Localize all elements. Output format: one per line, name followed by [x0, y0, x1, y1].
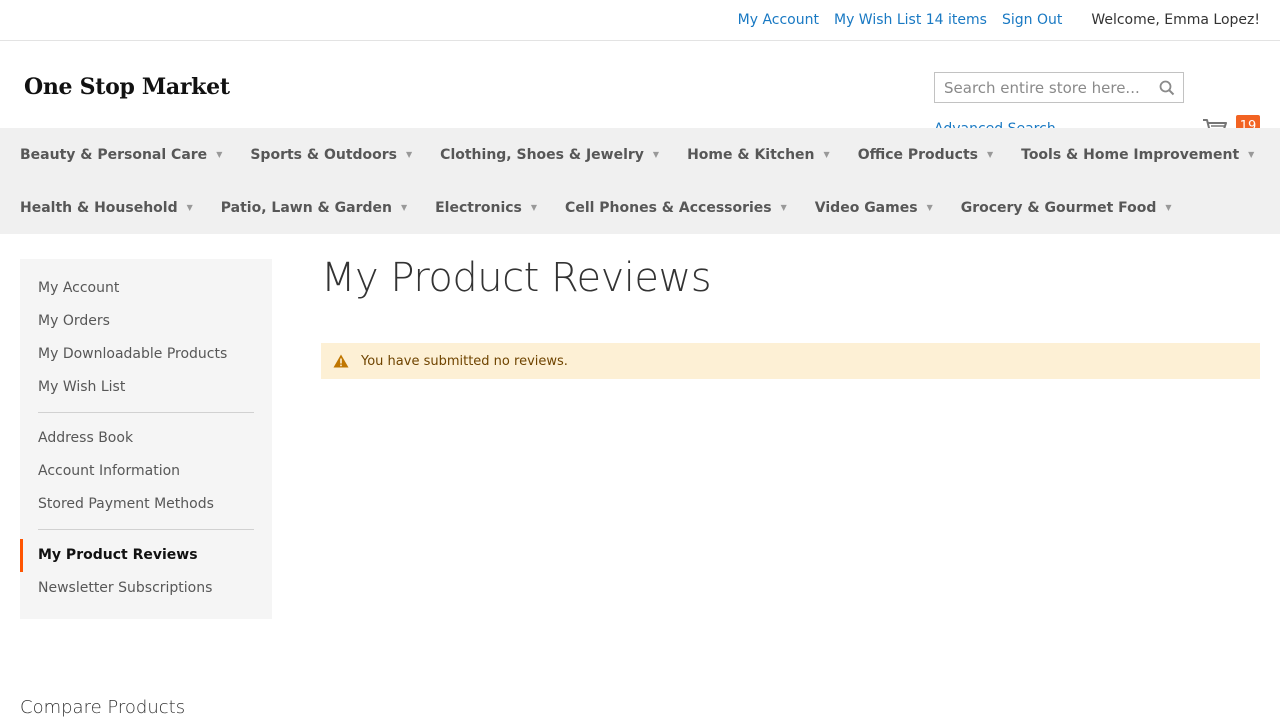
- nav-row-1: Beauty & Personal Care ▼ Sports & Outdoor…: [0, 128, 1280, 181]
- sidebar-item-my-account[interactable]: My Account: [20, 272, 272, 305]
- warning-icon: [333, 354, 349, 368]
- nav-item-tools[interactable]: Tools & Home Improvement ▼: [1021, 147, 1254, 163]
- sidebar-item-account-information[interactable]: Account Information: [20, 455, 272, 488]
- wish-list-link[interactable]: My Wish List 14 items: [834, 12, 987, 28]
- nav-item-grocery[interactable]: Grocery & Gourmet Food ▼: [961, 200, 1172, 216]
- welcome-message: Welcome, Emma Lopez!: [1091, 12, 1260, 28]
- chevron-down-icon: ▼: [652, 150, 660, 159]
- top-bar: My Account My Wish List 14 items Sign Ou…: [0, 0, 1280, 41]
- nav-item-office[interactable]: Office Products ▼: [858, 147, 993, 163]
- sidebar-divider: [38, 412, 254, 413]
- store-logo[interactable]: One Stop Market: [24, 74, 230, 100]
- sign-out-link[interactable]: Sign Out: [1002, 12, 1062, 28]
- nav-item-label: Electronics: [435, 199, 522, 216]
- chevron-down-icon: ▼: [780, 203, 787, 212]
- search-input[interactable]: [935, 73, 1183, 102]
- search-box: [934, 72, 1184, 103]
- nav-item-label: Cell Phones & Accessories: [565, 199, 772, 216]
- chevron-down-icon: ▼: [926, 203, 933, 212]
- chevron-down-icon: ▼: [986, 150, 994, 159]
- chevron-down-icon: ▼: [400, 203, 408, 212]
- sidebar-item-newsletter-subscriptions[interactable]: Newsletter Subscriptions: [20, 572, 272, 605]
- category-nav: Beauty & Personal Care ▼ Sports & Outdoor…: [0, 128, 1280, 234]
- account-sidebar: My Account My Orders My Downloadable Pro…: [20, 259, 272, 619]
- sidebar-item-my-orders[interactable]: My Orders: [20, 305, 272, 338]
- nav-item-label: Video Games: [814, 199, 918, 216]
- page-title: My Product Reviews: [321, 255, 712, 301]
- nav-item-cell-phones[interactable]: Cell Phones & Accessories ▼: [565, 200, 787, 216]
- header-links: My Account My Wish List 14 items Sign Ou…: [723, 0, 1260, 40]
- nav-item-label: Tools & Home Improvement: [1021, 146, 1240, 163]
- nav-item-electronics[interactable]: Electronics ▼: [435, 200, 537, 216]
- chevron-down-icon: ▼: [823, 150, 830, 159]
- warning-message-text: You have submitted no reviews.: [361, 353, 568, 369]
- warning-message: You have submitted no reviews.: [321, 343, 1260, 379]
- sidebar-item-downloadable-products[interactable]: My Downloadable Products: [20, 338, 272, 371]
- compare-products-title: Compare Products: [20, 697, 186, 718]
- nav-item-sports[interactable]: Sports & Outdoors ▼: [250, 147, 412, 163]
- nav-row-2: Health & Household ▼ Patio, Lawn & Garden…: [0, 181, 1280, 234]
- sidebar-divider: [38, 529, 254, 530]
- nav-item-patio[interactable]: Patio, Lawn & Garden ▼: [221, 200, 407, 216]
- sidebar-item-stored-payment-methods[interactable]: Stored Payment Methods: [20, 488, 272, 521]
- nav-item-video-games[interactable]: Video Games ▼: [815, 200, 933, 216]
- chevron-down-icon: ▼: [1248, 150, 1255, 159]
- nav-item-label: Health & Household: [20, 199, 178, 216]
- header: One Stop Market Advanced Search 19: [0, 41, 1280, 139]
- nav-item-beauty[interactable]: Beauty & Personal Care ▼: [20, 147, 222, 163]
- sidebar-item-product-reviews: My Product Reviews: [20, 539, 272, 572]
- chevron-down-icon: ▼: [186, 203, 193, 212]
- sidebar-item-address-book[interactable]: Address Book: [20, 422, 272, 455]
- nav-item-label: Grocery & Gourmet Food: [960, 199, 1157, 216]
- chevron-down-icon: ▼: [406, 150, 413, 159]
- nav-item-health[interactable]: Health & Household ▼: [20, 200, 193, 216]
- chevron-down-icon: ▼: [1165, 203, 1172, 212]
- nav-item-label: Office Products: [857, 146, 978, 163]
- nav-item-label: Beauty & Personal Care: [20, 146, 208, 163]
- search-icon[interactable]: [1159, 80, 1175, 96]
- nav-item-label: Patio, Lawn & Garden: [220, 199, 392, 216]
- nav-item-clothing[interactable]: Clothing, Shoes & Jewelry ▼: [440, 147, 659, 163]
- nav-item-label: Sports & Outdoors: [250, 146, 398, 163]
- my-account-link[interactable]: My Account: [738, 12, 819, 28]
- nav-item-label: Clothing, Shoes & Jewelry: [440, 146, 644, 163]
- nav-item-label: Home & Kitchen: [687, 146, 815, 163]
- chevron-down-icon: ▼: [530, 203, 538, 212]
- sidebar-item-wish-list[interactable]: My Wish List: [20, 371, 272, 404]
- chevron-down-icon: ▼: [216, 150, 223, 159]
- nav-item-home-kitchen[interactable]: Home & Kitchen ▼: [687, 147, 830, 163]
